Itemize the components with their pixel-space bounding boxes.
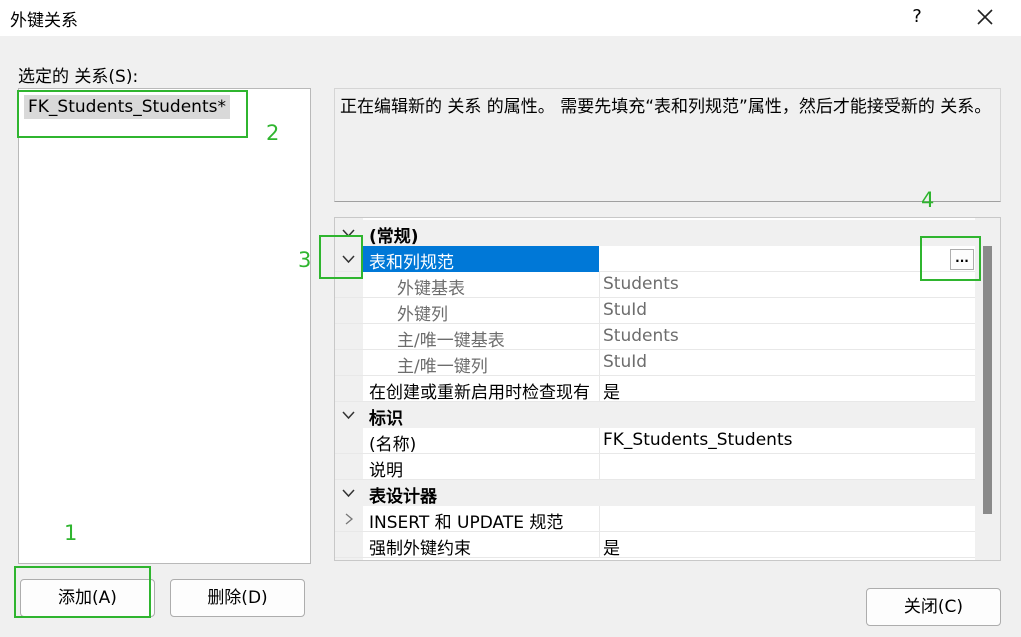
property-row[interactable]: 主/唯一键列 StuId <box>335 350 975 377</box>
annotation-box-ellipsis <box>920 236 981 281</box>
help-button[interactable]: ? <box>902 2 932 32</box>
collapse-chevron-icon[interactable] <box>335 402 363 428</box>
annotation-number-1: 1 <box>64 521 78 545</box>
category-table-designer[interactable]: 表设计器 <box>335 480 975 507</box>
property-name: INSERT 和 UPDATE 规范 <box>369 513 564 533</box>
property-row-table-column-spec[interactable]: 表和列规范 <box>335 246 975 272</box>
property-row-check-existing[interactable]: 在创建或重新启用时检查现有 是 <box>335 376 975 403</box>
close-window-icon[interactable] <box>968 2 1002 32</box>
property-value: 是 <box>603 383 620 403</box>
property-row[interactable]: 主/唯一键基表 Students <box>335 324 975 351</box>
collapse-chevron-icon[interactable] <box>335 480 363 506</box>
selected-relations-label: 选定的 关系(S): <box>18 67 139 87</box>
property-value: 是 <box>603 539 620 559</box>
annotation-box-add <box>14 566 151 618</box>
property-grid[interactable]: (常规) 表和列规范 ... 外键基表 Students 外键列 StuId 主… <box>334 217 1001 561</box>
annotation-box-chevron <box>319 235 363 279</box>
window-title: 外键关系 <box>10 11 78 31</box>
annotation-number-3: 3 <box>298 248 312 272</box>
property-value: Students <box>603 274 679 294</box>
category-label: 标识 <box>369 409 403 429</box>
expand-chevron-icon[interactable] <box>335 506 363 532</box>
property-row[interactable]: 外键基表 Students <box>335 272 975 299</box>
property-name: 主/唯一键列 <box>397 357 488 377</box>
annotation-box-relation <box>17 90 248 138</box>
description-panel: 正在编辑新的 关系 的属性。 需要先填充“表和列规范”属性，然后才能接受新的 关… <box>334 88 1001 202</box>
annotation-number-2: 2 <box>266 121 280 145</box>
category-general[interactable]: (常规) <box>335 220 975 247</box>
grid-scrollbar-thumb[interactable] <box>983 246 992 514</box>
close-button[interactable]: 关闭(C) <box>866 588 1001 626</box>
annotation-number-4: 4 <box>921 188 935 212</box>
property-name: 在创建或重新启用时检查现有 <box>369 383 590 403</box>
property-value: Students <box>603 326 679 346</box>
relations-list[interactable]: FK_Students_Students* <box>18 88 311 564</box>
property-row-name[interactable]: (名称) FK_Students_Students <box>335 428 975 455</box>
category-label: 表设计器 <box>369 487 437 507</box>
property-row-description[interactable]: 说明 <box>335 454 975 481</box>
property-name: 表和列规范 <box>363 246 599 272</box>
description-text: 正在编辑新的 关系 的属性。 需要先填充“表和列规范”属性，然后才能接受新的 关… <box>340 97 992 117</box>
delete-button[interactable]: 删除(D) <box>170 579 305 617</box>
property-name: 强制外键约束 <box>369 539 471 559</box>
property-value: StuId <box>603 300 648 320</box>
property-name: (名称) <box>369 435 417 455</box>
property-name: 说明 <box>369 461 403 481</box>
property-row-insert-update-spec[interactable]: INSERT 和 UPDATE 规范 <box>335 506 975 533</box>
property-name: 外键列 <box>397 305 448 325</box>
property-name: 外键基表 <box>397 279 465 299</box>
category-label: (常规) <box>369 227 419 247</box>
property-row[interactable]: 外键列 StuId <box>335 298 975 325</box>
property-row-enforce-fk[interactable]: 强制外键约束 是 <box>335 532 975 559</box>
property-value: StuId <box>603 352 648 372</box>
category-identity[interactable]: 标识 <box>335 402 975 429</box>
property-value: FK_Students_Students <box>603 430 793 450</box>
property-name: 主/唯一键基表 <box>397 331 505 351</box>
title-bar: 外键关系 ? <box>0 0 1021 36</box>
